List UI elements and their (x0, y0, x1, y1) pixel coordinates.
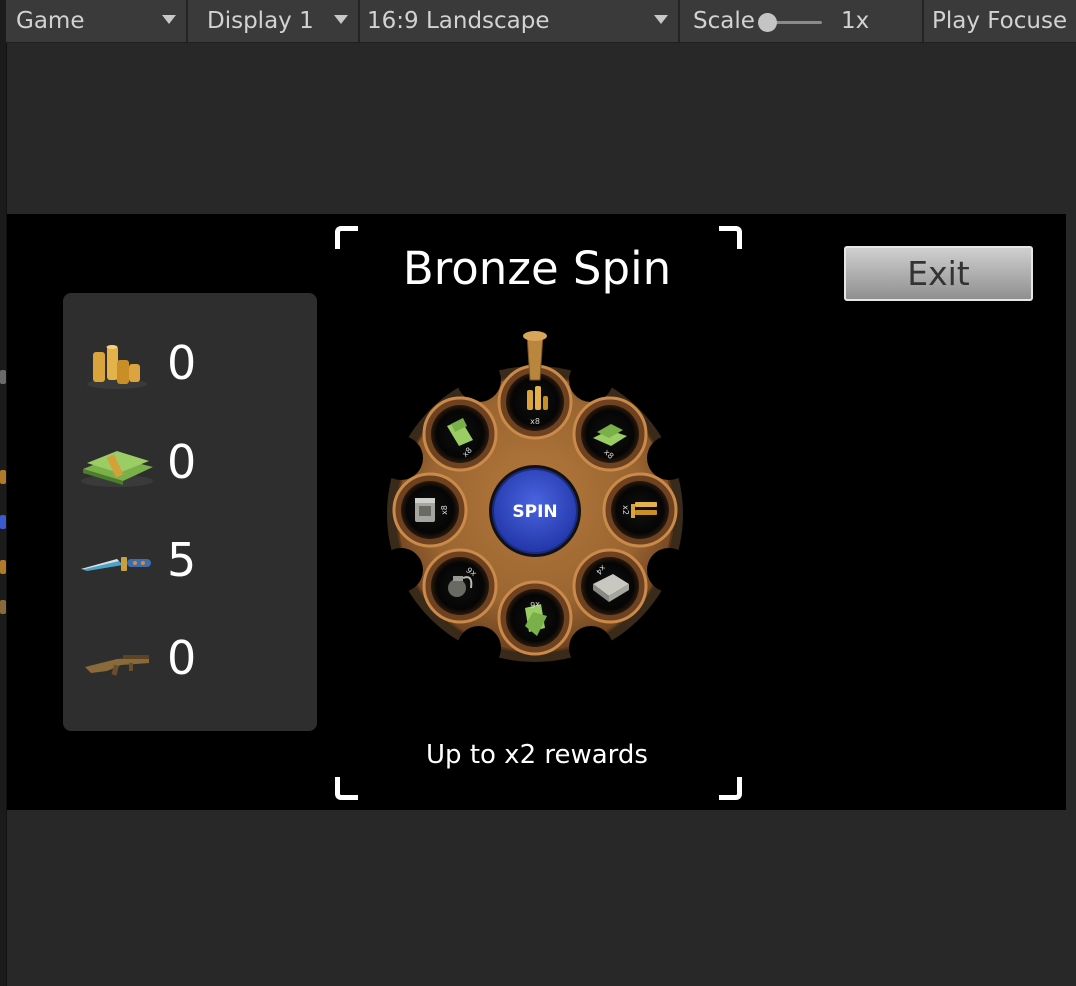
chevron-down-icon (162, 15, 176, 24)
wheel-slot-2: x2 (602, 472, 678, 548)
slot-multiplier: x8 (440, 505, 449, 515)
wheel-pointer-cap (523, 331, 547, 341)
slot-multiplier: x2 (621, 505, 630, 515)
knife-icon (81, 557, 151, 571)
slot-multiplier: x6 (530, 600, 540, 609)
edge-marker (0, 515, 6, 529)
gold-coins-icon (87, 345, 147, 389)
game-viewport: Bronze Spin Exit 0 0 5 0 x8 x8 x2 x4 x6 … (7, 214, 1066, 810)
wheel-slot-5: x6 (422, 548, 498, 624)
display-dropdown[interactable]: Display 1 (188, 0, 360, 42)
frame-corner (335, 777, 358, 800)
inventory-row-rifle: 0 (63, 625, 317, 695)
view-dropdown[interactable]: Game (6, 0, 188, 42)
slot-multiplier: x8 (530, 417, 540, 426)
view-dropdown-label: Game (16, 8, 85, 34)
scale-control: Scale 1x (680, 0, 924, 42)
crate-icon (415, 498, 435, 522)
display-dropdown-label: Display 1 (207, 8, 314, 34)
knife-count: 5 (167, 533, 197, 587)
cash-stack-icon (81, 451, 153, 487)
inventory-panel: 0 0 5 0 (63, 293, 317, 731)
wheel-slot-6: x8 (392, 472, 468, 548)
edge-marker (0, 560, 6, 574)
edge-marker (0, 470, 6, 484)
spin-button[interactable]: SPIN (489, 465, 581, 557)
cash-count: 0 (167, 435, 197, 489)
frame-corner (719, 777, 742, 800)
spin-title: Bronze Spin (402, 242, 672, 295)
edge-marker (0, 600, 6, 614)
scale-slider-handle[interactable] (758, 13, 777, 32)
rifle-count: 0 (167, 631, 197, 685)
wheel-slot-1: x8 (572, 396, 648, 472)
game-view-toolbar: Game Display 1 16:9 Landscape Scale 1x P… (6, 0, 1076, 43)
frame-corner (719, 226, 742, 249)
chevron-down-icon (334, 15, 348, 24)
play-mode-dropdown[interactable]: Play Focuse (924, 0, 1076, 42)
rifle-icon (85, 655, 149, 676)
window-edge-strip (0, 0, 7, 986)
chevron-down-icon (654, 15, 668, 24)
edge-marker (0, 370, 6, 384)
frame-corner (335, 226, 358, 249)
coins-count: 0 (167, 336, 197, 390)
aspect-dropdown[interactable]: 16:9 Landscape (360, 0, 680, 42)
exit-button[interactable]: Exit (844, 246, 1033, 301)
scale-label: Scale (693, 8, 755, 34)
aspect-dropdown-label: 16:9 Landscape (367, 8, 550, 34)
inventory-row-knife: 5 (63, 527, 317, 597)
wheel-slot-3: x4 (572, 548, 648, 624)
wheel-slot-4: x6 (497, 580, 573, 656)
scale-value: 1x (841, 8, 870, 34)
inventory-row-cash: 0 (63, 429, 317, 499)
play-mode-label: Play Focuse (932, 8, 1068, 34)
inventory-row-coins: 0 (63, 330, 317, 400)
reward-subtitle: Up to x2 rewards (426, 740, 648, 770)
prize-wheel[interactable]: x8 x8 x2 x4 x6 x6 x8 x8 SPIN (377, 326, 697, 676)
spin-button-label: SPIN (512, 502, 557, 522)
wheel-slot-7: x8 (422, 396, 498, 472)
